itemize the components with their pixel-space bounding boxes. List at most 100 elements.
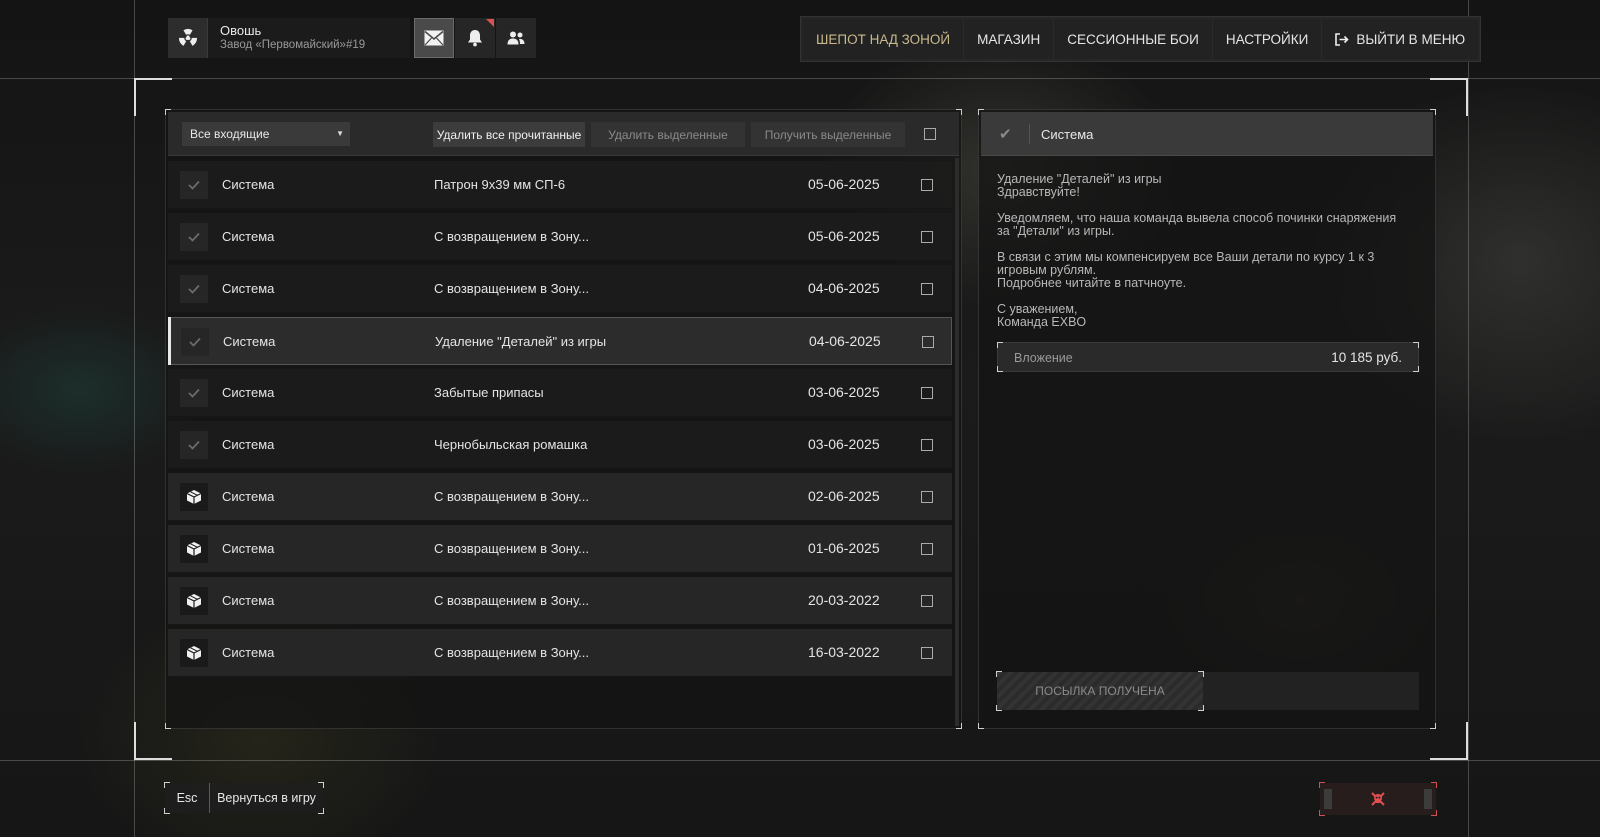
parcel-received-button[interactable]: ПОСЫЛКА ПОЛУЧЕНА xyxy=(996,671,1204,711)
message-checkbox[interactable] xyxy=(921,283,933,295)
message-date: 01-06-2025 xyxy=(808,540,880,556)
frame-line xyxy=(0,760,1600,761)
message-sender: Система xyxy=(223,334,276,349)
message-sender: Система xyxy=(222,645,275,660)
message-row[interactable]: Система С возвращением в Зону... 20-03-202… xyxy=(168,577,952,625)
caret-down-icon: ▼ xyxy=(336,129,344,138)
message-subject: С возвращением в Зону... xyxy=(434,489,589,504)
message-date: 16-03-2022 xyxy=(808,644,880,660)
message-row[interactable]: Система С возвращением в Зону... 04-06-202… xyxy=(168,265,952,313)
message-subject: С возвращением в Зону... xyxy=(434,645,589,660)
check-icon xyxy=(180,431,208,459)
parcel-icon xyxy=(180,535,208,563)
message-sender: Система xyxy=(222,541,275,556)
profile-card[interactable]: Овошь Завод «Первомайский»#19 xyxy=(168,18,410,58)
delete-read-button[interactable]: Удалить все прочитанные xyxy=(433,122,585,147)
select-all-checkbox[interactable] xyxy=(924,128,936,140)
nav-whisper[interactable]: ШЕПОТ НАД ЗОНОЙ xyxy=(803,19,965,59)
parcel-icon xyxy=(180,587,208,615)
message-paragraph: С уважением, Команда EXBO xyxy=(997,302,1087,329)
message-date: 05-06-2025 xyxy=(808,176,880,192)
frame-line xyxy=(1468,0,1469,837)
message-sender: Система xyxy=(222,489,275,504)
message-row[interactable]: Система Удаление "Деталей" из игры 04-06-2… xyxy=(168,317,952,365)
message-checkbox[interactable] xyxy=(921,491,933,503)
message-paragraph: В связи с этим мы компенсируем все Ваши … xyxy=(997,250,1375,290)
message-paragraph: Удаление "Деталей" из игры Здравствуйте! xyxy=(997,172,1162,199)
message-date: 20-03-2022 xyxy=(808,592,880,608)
message-sender: Система xyxy=(222,281,275,296)
server-name: Завод «Первомайский»#19 xyxy=(220,38,366,51)
esc-key-label: Esc xyxy=(165,783,210,813)
friends-icon xyxy=(507,31,525,45)
message-sender: Система xyxy=(222,385,275,400)
delete-selected-button[interactable]: Удалить выделенные xyxy=(591,122,745,147)
notifications-button[interactable] xyxy=(455,18,495,58)
message-row[interactable]: Система С возвращением в Зону... 16-03-202… xyxy=(168,629,952,677)
message-sender: Система xyxy=(222,229,275,244)
message-checkbox[interactable] xyxy=(921,387,933,399)
message-subject: Удаление "Деталей" из игры xyxy=(435,334,607,349)
mail-button[interactable] xyxy=(414,18,454,58)
message-date: 04-06-2025 xyxy=(808,280,880,296)
back-to-game-label: Вернуться в игру xyxy=(217,791,316,805)
message-date: 05-06-2025 xyxy=(808,228,880,244)
message-date: 03-06-2025 xyxy=(808,384,880,400)
parcel-icon xyxy=(180,639,208,667)
message-subject: Забытые припасы xyxy=(434,385,544,400)
message-detail-panel: ✔ Система Удаление "Деталей" из игры Здр… xyxy=(978,109,1436,729)
message-date: 02-06-2025 xyxy=(808,488,880,504)
notification-indicator xyxy=(486,19,494,27)
check-icon: ✔ xyxy=(999,126,1012,143)
inbox-toolbar: Все входящие ▼ Удалить все прочитанные У… xyxy=(168,112,959,156)
frame-line xyxy=(134,0,135,837)
check-icon xyxy=(180,379,208,407)
check-icon xyxy=(180,275,208,303)
message-row[interactable]: Система С возвращением в Зону... 05-06-202… xyxy=(168,213,952,261)
message-checkbox[interactable] xyxy=(921,179,933,191)
filter-dropdown[interactable]: Все входящие ▼ xyxy=(182,122,350,146)
frame-line xyxy=(0,78,1600,79)
player-nickname: Овошь xyxy=(220,23,262,39)
nav-shop[interactable]: МАГАЗИН xyxy=(964,19,1055,59)
message-paragraph: Уведомляем, что наша команда вывела спос… xyxy=(997,211,1397,238)
check-icon xyxy=(181,328,209,356)
attachment-label: Вложение xyxy=(1014,351,1073,365)
message-subject: С возвращением в Зону... xyxy=(434,593,589,608)
attachment-value: 10 185 руб. xyxy=(1331,350,1402,365)
message-checkbox[interactable] xyxy=(921,595,933,607)
inbox-scrollbar[interactable] xyxy=(955,158,959,726)
mail-icon xyxy=(424,30,444,46)
receive-selected-button[interactable]: Получить выделенные xyxy=(751,122,905,147)
nav-settings[interactable]: НАСТРОЙКИ xyxy=(1212,19,1323,59)
message-date: 04-06-2025 xyxy=(809,333,881,349)
received-area: ПОСЫЛКА ПОЛУЧЕНА xyxy=(996,671,1419,711)
back-to-game-button[interactable]: Esc Вернуться в игру xyxy=(164,782,324,814)
exit-game-button[interactable] xyxy=(1319,782,1437,816)
message-subject: С возвращением в Зону... xyxy=(434,281,589,296)
message-checkbox[interactable] xyxy=(921,647,933,659)
message-row[interactable]: Система С возвращением в Зону... 02-06-202… xyxy=(168,473,952,521)
detail-sender: Система xyxy=(1041,127,1094,142)
message-sender: Система xyxy=(222,593,275,608)
main-nav: ШЕПОТ НАД ЗОНОЙ МАГАЗИН СЕССИОННЫЕ БОИ Н… xyxy=(800,16,1482,62)
message-subject: Патрон 9х39 мм СП-6 xyxy=(434,177,566,192)
message-subject: С возвращением в Зону... xyxy=(434,541,589,556)
friends-button[interactable] xyxy=(496,18,536,58)
nav-session-battles[interactable]: СЕССИОННЫЕ БОИ xyxy=(1054,19,1213,59)
detail-header: ✔ Система xyxy=(981,112,1433,156)
message-row[interactable]: Система Патрон 9х39 мм СП-6 05-06-2025 xyxy=(168,161,952,209)
message-checkbox[interactable] xyxy=(921,543,933,555)
message-checkbox[interactable] xyxy=(922,336,934,348)
message-checkbox[interactable] xyxy=(921,231,933,243)
message-checkbox[interactable] xyxy=(921,439,933,451)
nav-exit-to-menu[interactable]: ВЫЙТИ В МЕНЮ xyxy=(1322,19,1479,59)
message-date: 03-06-2025 xyxy=(808,436,880,452)
message-row[interactable]: Система С возвращением в Зону... 01-06-202… xyxy=(168,525,952,573)
bell-icon xyxy=(468,30,482,47)
message-row[interactable]: Система Чернобыльская ромашка 03-06-2025 xyxy=(168,421,952,469)
attachment-row: Вложение 10 185 руб. xyxy=(997,342,1419,372)
message-row[interactable]: Система Забытые припасы 03-06-2025 xyxy=(168,369,952,417)
message-body: Удаление "Деталей" из игры Здравствуйте!… xyxy=(997,173,1407,342)
message-subject: Чернобыльская ромашка xyxy=(434,437,588,452)
